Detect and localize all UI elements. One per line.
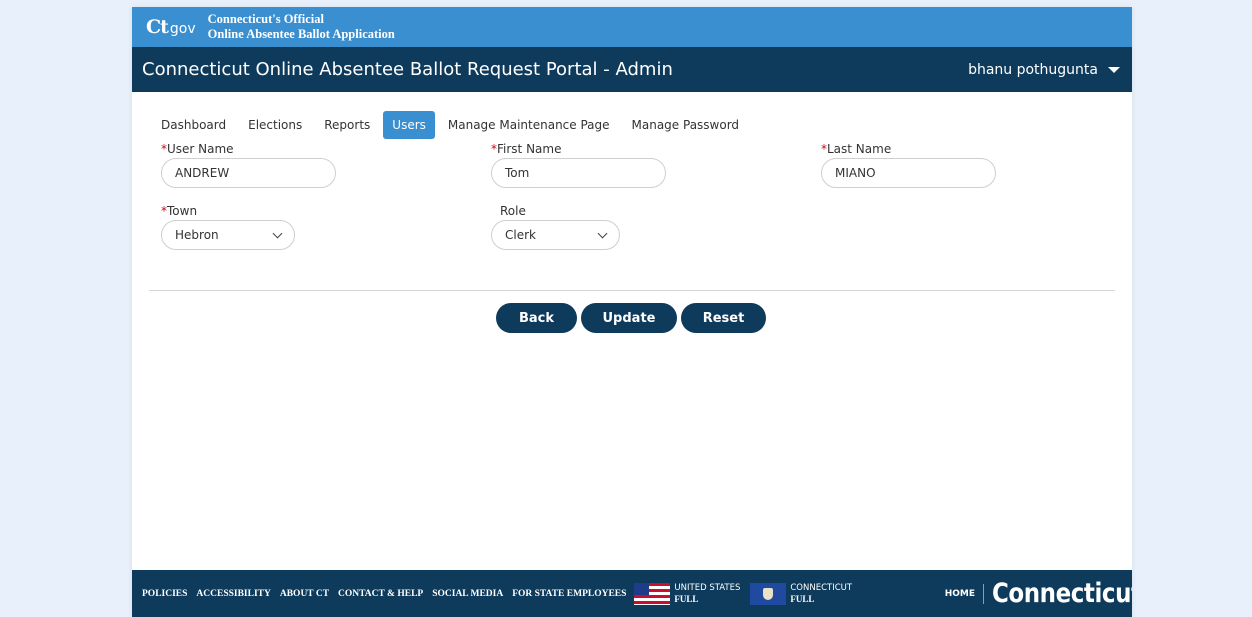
us-flag-status[interactable]: UNITED STATES FULL: [634, 582, 740, 605]
footer-link-social-media[interactable]: SOCIAL MEDIA: [432, 589, 503, 599]
tab-manage-maintenance-page[interactable]: Manage Maintenance Page: [439, 111, 619, 139]
app-page: Ct gov Connecticut's Official Online Abse…: [132, 7, 1132, 617]
tab-users[interactable]: Users: [383, 110, 435, 139]
ct-flag-icon: [750, 582, 787, 605]
user-menu[interactable]: bhanu pothugunta: [968, 62, 1120, 78]
user-form: *User Name ANDREW *First Name Tom *Last …: [132, 140, 1132, 274]
last-name-input[interactable]: MIANO: [821, 158, 996, 188]
user-name: bhanu pothugunta: [968, 61, 1098, 78]
ct-gov-bar: Ct gov Connecticut's Official Online Abse…: [132, 7, 1132, 47]
back-button[interactable]: Back: [496, 303, 577, 333]
portal-header: Connecticut Online Absentee Ballot Reque…: [132, 47, 1132, 92]
reset-button[interactable]: Reset: [681, 303, 766, 333]
footer-link-about-ct[interactable]: ABOUT CT: [280, 589, 329, 599]
chevron-down-icon: [272, 228, 283, 238]
footer-separator: [983, 583, 984, 604]
ct-gov-logo[interactable]: Ct gov: [146, 16, 196, 38]
site-footer: POLICIES ACCESSIBILITY ABOUT CT CONTACT …: [132, 570, 1132, 617]
footer-link-policies[interactable]: POLICIES: [142, 589, 187, 599]
connecticut-wordmark[interactable]: Connecticut: [992, 578, 1132, 609]
role-field-group: Role Clerk: [491, 204, 620, 250]
ct-flag-status[interactable]: CONNECTICUT FULL: [750, 582, 852, 605]
last-name-field-group: *Last Name MIANO: [821, 142, 996, 188]
first-name-field-group: *First Name Tom: [491, 142, 666, 188]
user-name-input[interactable]: ANDREW: [161, 158, 336, 188]
us-flag-icon: [634, 582, 671, 605]
update-button[interactable]: Update: [581, 303, 677, 333]
caret-down-icon: [1108, 66, 1120, 73]
footer-link-contact-help[interactable]: CONTACT & HELP: [338, 589, 423, 599]
footer-link-state-employees[interactable]: FOR STATE EMPLOYEES: [512, 589, 626, 599]
ct-gov-tagline: Connecticut's Official Online Absentee B…: [207, 12, 395, 41]
role-select[interactable]: Clerk: [491, 220, 620, 250]
tab-dashboard[interactable]: Dashboard: [152, 111, 235, 139]
tab-manage-password[interactable]: Manage Password: [623, 111, 749, 139]
footer-link-accessibility[interactable]: ACCESSIBILITY: [196, 589, 270, 599]
town-field-group: *Town Hebron: [161, 204, 295, 250]
page-title: Connecticut Online Absentee Ballot Reque…: [142, 59, 673, 80]
chevron-down-icon: [597, 228, 608, 238]
town-select[interactable]: Hebron: [161, 220, 295, 250]
form-divider: [149, 290, 1115, 291]
tab-reports[interactable]: Reports: [315, 111, 379, 139]
nav-tabs: Dashboard Elections Reports Users Manage…: [132, 92, 1132, 140]
tab-elections[interactable]: Elections: [239, 111, 311, 139]
form-actions: Back Update Reset: [132, 303, 1132, 333]
home-link[interactable]: HOME: [945, 589, 975, 599]
first-name-input[interactable]: Tom: [491, 158, 666, 188]
user-name-field-group: *User Name ANDREW: [161, 142, 336, 188]
footer-links: POLICIES ACCESSIBILITY ABOUT CT CONTACT …: [142, 589, 626, 599]
